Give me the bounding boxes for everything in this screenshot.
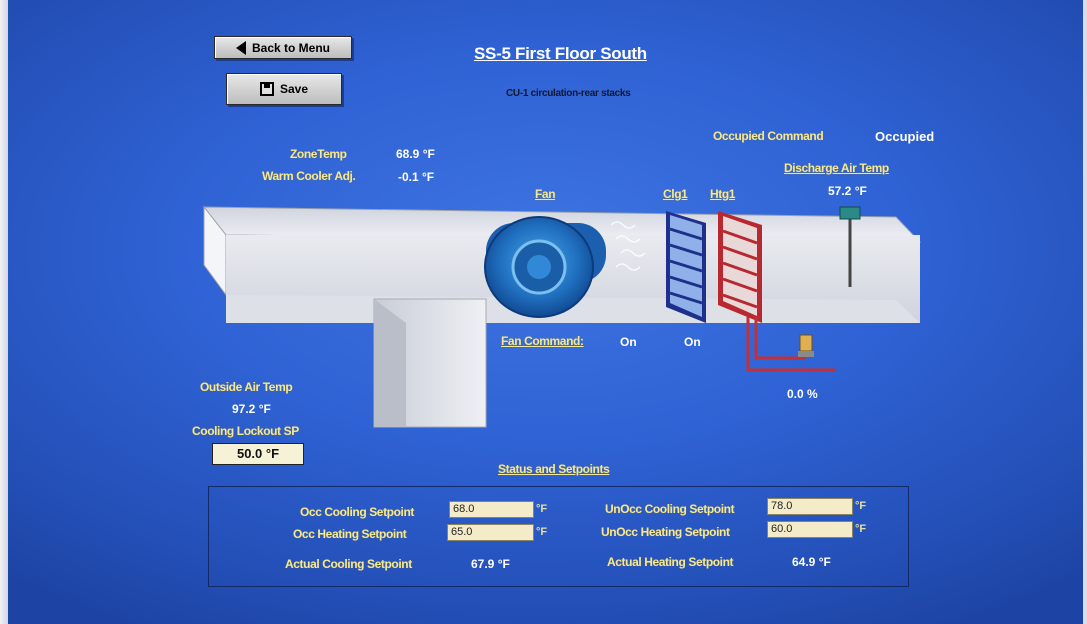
zone-temp-value: 68.9 °F bbox=[396, 147, 435, 161]
occ-cooling-input[interactable]: 68.0 bbox=[449, 501, 534, 518]
monitor-bezel bbox=[0, 0, 8, 624]
discharge-air-temp-label[interactable]: Discharge Air Temp bbox=[784, 161, 889, 175]
page-title: SS-5 First Floor South bbox=[474, 44, 647, 63]
heating-valve-piping bbox=[746, 317, 836, 372]
heating-coil-icon bbox=[718, 211, 762, 323]
occ-heating-input[interactable]: 65.0 bbox=[447, 524, 534, 541]
unocc-heating-unit: °F bbox=[855, 523, 867, 535]
valve-actuator-icon bbox=[798, 334, 814, 357]
cooling-lockout-label: Cooling Lockout SP bbox=[192, 424, 299, 438]
occupied-command-label: Occupied Command bbox=[713, 129, 824, 143]
actual-cooling-label: Actual Cooling Setpoint bbox=[285, 557, 412, 571]
cooling-lockout-input[interactable]: 50.0 °F bbox=[212, 443, 304, 465]
unocc-cooling-input[interactable]: 78.0 bbox=[767, 498, 853, 515]
unocc-cooling-unit: °F bbox=[855, 500, 867, 512]
occ-heating-label: Occ Heating Setpoint bbox=[293, 527, 407, 541]
outside-air-temp-label: Outside Air Temp bbox=[200, 380, 293, 394]
unocc-heating-input[interactable]: 60.0 bbox=[767, 521, 853, 538]
cooling-coil-icon bbox=[666, 211, 706, 323]
air-handler-diagram bbox=[202, 205, 922, 428]
fan-command-value: On bbox=[620, 335, 637, 349]
outside-air-temp-value: 97.2 °F bbox=[232, 402, 271, 416]
floppy-disk-icon bbox=[259, 82, 274, 96]
unocc-heating-label: UnOcc Heating Setpoint bbox=[601, 525, 730, 539]
occ-cooling-unit: °F bbox=[536, 503, 548, 515]
save-label: Save bbox=[279, 82, 309, 96]
page-subtitle: CU-1 circulation-rear stacks bbox=[506, 88, 631, 99]
hvac-graphic-screen: Back to Menu Save SS-5 First Floor South… bbox=[0, 0, 1087, 624]
occ-cooling-label: Occ Cooling Setpoint bbox=[300, 505, 414, 519]
occupied-command-value[interactable]: Occupied bbox=[875, 129, 934, 144]
back-to-menu-label: Back to Menu bbox=[251, 40, 330, 55]
warm-cooler-adj-label: Warm Cooler Adj. bbox=[262, 169, 356, 183]
actual-heating-label: Actual Heating Setpoint bbox=[607, 555, 734, 569]
back-to-menu-button[interactable]: Back to Menu bbox=[214, 36, 352, 59]
actual-heating-value: 64.9 °F bbox=[792, 555, 831, 569]
warm-cooler-adj-value: -0.1 °F bbox=[398, 170, 435, 184]
left-arrow-icon bbox=[235, 40, 246, 55]
occ-heating-unit: °F bbox=[536, 526, 548, 538]
heating-valve-percent: 0.0 % bbox=[787, 387, 818, 401]
actual-cooling-value: 67.9 °F bbox=[471, 557, 510, 571]
monitor-bezel-right bbox=[1083, 0, 1087, 624]
fan-status-value: On bbox=[684, 335, 701, 349]
save-button[interactable]: Save bbox=[226, 73, 342, 105]
zone-temp-label: ZoneTemp bbox=[290, 147, 347, 161]
unocc-cooling-label: UnOcc Cooling Setpoint bbox=[605, 502, 735, 516]
status-setpoints-header[interactable]: Status and Setpoints bbox=[498, 462, 610, 476]
fan-command-label[interactable]: Fan Command: bbox=[501, 334, 584, 348]
